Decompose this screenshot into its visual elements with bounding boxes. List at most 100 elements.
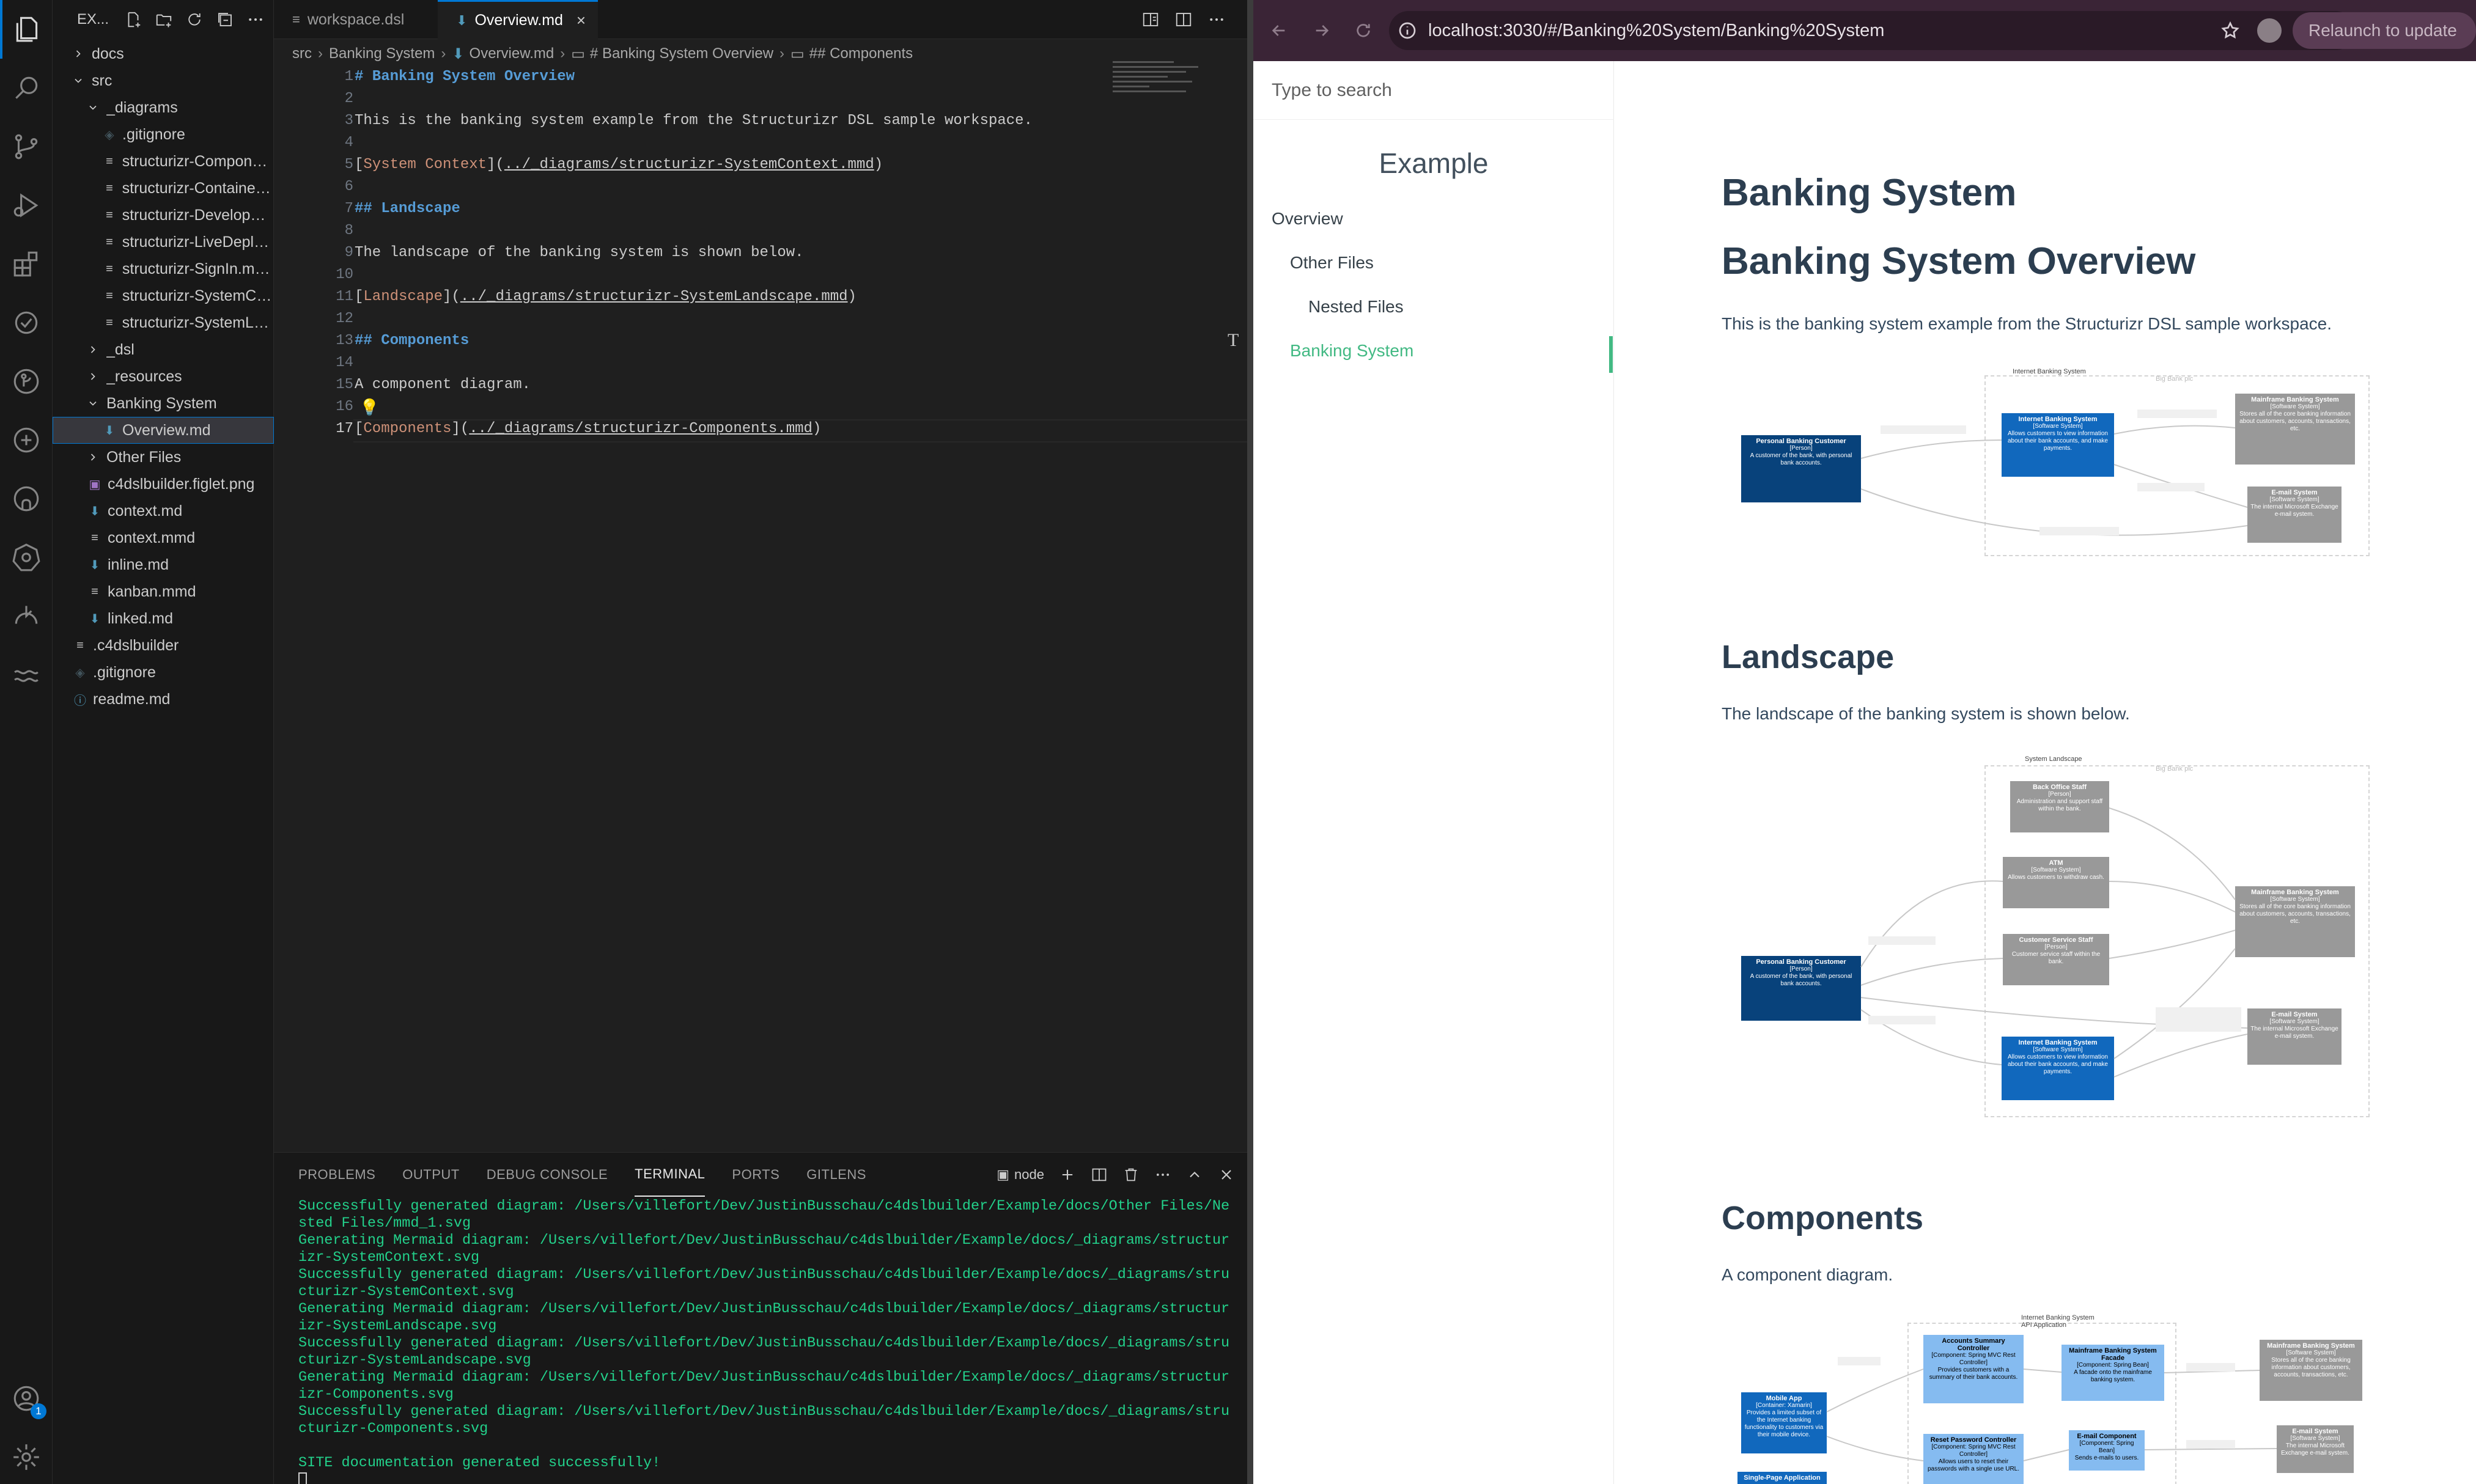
chevron-right-icon[interactable] bbox=[86, 342, 100, 357]
tree-file[interactable]: ⬇ Overview.md bbox=[53, 417, 274, 444]
tree-file[interactable]: ≡ structurizr-Containers.... bbox=[53, 175, 274, 202]
tree-file[interactable]: ◈ .gitignore bbox=[53, 121, 274, 148]
tree-file[interactable]: ≡ structurizr-Developme... bbox=[53, 202, 274, 229]
split-terminal-icon[interactable] bbox=[1091, 1166, 1108, 1183]
remote-explorer-icon[interactable] bbox=[0, 587, 53, 645]
profile-avatar[interactable] bbox=[2257, 18, 2282, 43]
split-editor-icon[interactable] bbox=[1170, 6, 1197, 33]
terminal-shell-selector[interactable]: ▣ node bbox=[997, 1167, 1044, 1183]
search-icon[interactable] bbox=[0, 59, 53, 117]
close-panel-icon[interactable] bbox=[1218, 1166, 1235, 1183]
testing-icon[interactable] bbox=[0, 293, 53, 352]
tree-file[interactable]: ⓘ readme.md bbox=[53, 686, 274, 713]
collapse-all-icon[interactable] bbox=[212, 6, 238, 33]
explorer-icon[interactable] bbox=[0, 0, 53, 59]
bookmark-star-icon[interactable] bbox=[2216, 16, 2245, 45]
tree-file[interactable]: ▣ c4dslbuilder.figlet.png bbox=[53, 471, 274, 498]
kubernetes-icon[interactable] bbox=[0, 528, 53, 587]
mermaid-file-icon: ≡ bbox=[106, 315, 113, 329]
maximize-panel-icon[interactable] bbox=[1186, 1166, 1203, 1183]
code-editor[interactable]: 1 2 3 4 5 6 7 8 9 10 11 12 13 14 15 16 17 # Banking Syst… bbox=[274, 66, 1387, 531]
gitlens-icon[interactable] bbox=[0, 352, 53, 411]
tree-file[interactable]: ⬇ linked.md bbox=[53, 605, 274, 632]
extensions-icon[interactable] bbox=[0, 235, 53, 293]
tab-debug-console[interactable]: DEBUG CONSOLE bbox=[487, 1153, 608, 1197]
new-file-icon[interactable] bbox=[120, 6, 147, 33]
breadcrumb-item[interactable]: ## Components bbox=[809, 45, 913, 62]
tree-folder[interactable]: _diagrams bbox=[53, 94, 274, 121]
close-tab-icon[interactable]: × bbox=[577, 11, 586, 30]
nav-other-files[interactable]: Other Files bbox=[1290, 253, 1374, 273]
nav-nested-files[interactable]: Nested Files bbox=[1308, 297, 1404, 317]
back-arrow-icon[interactable] bbox=[1264, 16, 1294, 45]
app-name[interactable]: Example bbox=[1253, 147, 1614, 180]
chevron-down-icon[interactable] bbox=[71, 73, 86, 88]
tree-folder[interactable]: _resources bbox=[53, 363, 274, 390]
tree-file[interactable]: ≡ .c4dslbuilder bbox=[53, 632, 274, 659]
github-icon[interactable] bbox=[0, 469, 53, 528]
chevron-down-icon[interactable] bbox=[86, 396, 100, 411]
tree-file[interactable]: ≡ kanban.mmd bbox=[53, 578, 274, 605]
nav-banking-system[interactable]: Banking System bbox=[1290, 341, 1413, 361]
chevron-right-icon[interactable] bbox=[71, 46, 86, 61]
new-folder-icon[interactable] bbox=[150, 6, 177, 33]
tree-folder[interactable]: Banking System bbox=[53, 390, 274, 417]
timeline-icon[interactable] bbox=[0, 645, 53, 704]
chevron-right-icon[interactable] bbox=[86, 369, 100, 384]
source-control-icon[interactable] bbox=[0, 117, 53, 176]
tree-folder[interactable]: docs bbox=[53, 40, 274, 67]
tree-file[interactable]: ≡ structurizr-Componen... bbox=[53, 148, 274, 175]
tab-problems[interactable]: PROBLEMS bbox=[298, 1153, 375, 1197]
tree-file[interactable]: ≡ structurizr-SystemLan... bbox=[53, 309, 274, 336]
accounts-icon[interactable] bbox=[0, 1369, 53, 1428]
system-landscape-diagram[interactable]: System Landscape Big Bank plc Back Offic… bbox=[1722, 753, 2370, 1120]
tree-file[interactable]: ≡ structurizr-SystemCo... bbox=[53, 282, 274, 309]
tree-file[interactable]: ≡ context.mmd bbox=[53, 524, 274, 551]
tab-terminal[interactable]: TERMINAL bbox=[635, 1153, 706, 1197]
search-input[interactable] bbox=[1272, 79, 1602, 101]
breadcrumb-item[interactable]: # Banking System Overview bbox=[590, 45, 773, 62]
panel-more-icon[interactable] bbox=[1154, 1166, 1171, 1183]
forward-arrow-icon[interactable] bbox=[1307, 16, 1336, 45]
docker-icon[interactable] bbox=[0, 411, 53, 469]
tree-file[interactable]: ◈ .gitignore bbox=[53, 659, 274, 686]
chevron-right-icon[interactable] bbox=[86, 450, 100, 465]
tree-file[interactable]: ⬇ context.md bbox=[53, 498, 274, 524]
reload-icon[interactable] bbox=[1349, 16, 1378, 45]
trash-icon[interactable] bbox=[1122, 1166, 1140, 1183]
relaunch-to-update-button[interactable]: Relaunch to update bbox=[2293, 12, 2476, 49]
tree-file[interactable]: ≡ structurizr-SignIn.mmd bbox=[53, 255, 274, 282]
tab-workspace-dsl[interactable]: ≡ workspace.dsl bbox=[274, 0, 438, 39]
tab-overview-md[interactable]: ⬇ Overview.md × bbox=[438, 0, 598, 39]
tab-gitlens[interactable]: GITLENS bbox=[806, 1153, 866, 1197]
code-line-17: [Components](../_diagrams/structurizr-Co… bbox=[355, 421, 822, 437]
component-diagram[interactable]: Internet Banking System API Application … bbox=[1722, 1314, 2370, 1484]
mermaid-file-icon: ≡ bbox=[106, 288, 113, 303]
new-terminal-icon[interactable] bbox=[1059, 1166, 1076, 1183]
address-bar[interactable]: localhost:3030/#/Banking%20System/Bankin… bbox=[1389, 11, 2355, 50]
settings-gear-icon[interactable] bbox=[0, 1428, 53, 1484]
breadcrumb-item[interactable]: Overview.md bbox=[470, 45, 555, 62]
nav-overview[interactable]: Overview bbox=[1272, 209, 1343, 229]
tree-folder[interactable]: src bbox=[53, 67, 274, 94]
tree-folder[interactable]: _dsl bbox=[53, 336, 274, 363]
run-debug-icon[interactable] bbox=[0, 176, 53, 235]
chevron-down-icon[interactable] bbox=[86, 100, 100, 115]
window-split-divider[interactable] bbox=[1247, 0, 1253, 1484]
site-info-icon[interactable] bbox=[1389, 21, 1426, 40]
open-preview-icon[interactable] bbox=[1137, 6, 1164, 33]
editor-more-icon[interactable] bbox=[1203, 6, 1230, 33]
tab-ports[interactable]: PORTS bbox=[732, 1153, 779, 1197]
system-context-diagram[interactable]: Internet Banking System Big Bank plc Per… bbox=[1722, 367, 2370, 568]
terminal-output[interactable]: Successfully generated diagram: /Users/v… bbox=[298, 1198, 1234, 1484]
breadcrumb-item[interactable]: src bbox=[292, 45, 312, 62]
tab-output[interactable]: OUTPUT bbox=[402, 1153, 459, 1197]
more-actions-icon[interactable] bbox=[242, 6, 269, 33]
lightbulb-icon[interactable]: 💡 bbox=[359, 399, 379, 417]
tree-folder[interactable]: Other Files bbox=[53, 444, 274, 471]
breadcrumb-item[interactable]: Banking System bbox=[329, 45, 435, 62]
refresh-icon[interactable] bbox=[181, 6, 208, 33]
tree-file[interactable]: ⬇ inline.md bbox=[53, 551, 274, 578]
minimap[interactable] bbox=[1113, 61, 1204, 116]
tree-file[interactable]: ≡ structurizr-LiveDeploy... bbox=[53, 229, 274, 255]
